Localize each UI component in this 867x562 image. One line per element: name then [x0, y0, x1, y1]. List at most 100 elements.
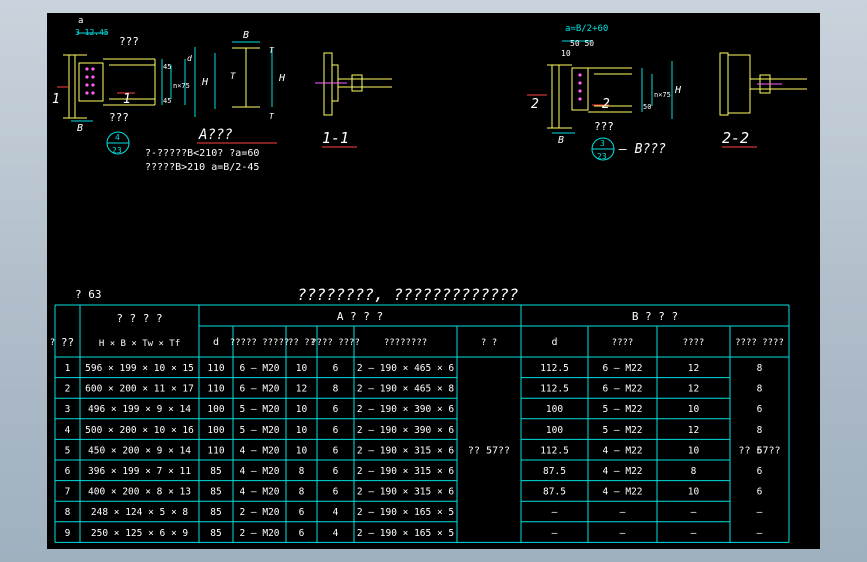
row-7-b4: 6 [757, 487, 763, 498]
row-1-bd: 112.5 [540, 363, 569, 374]
bolt-note-2: ??? [109, 111, 129, 124]
row-3-spec: 496 × 199 × 9 × 14 [88, 404, 191, 415]
row-8-a4: 4 [333, 507, 339, 518]
header-a-col-3: ???? ???? [311, 338, 360, 348]
tw-label: T [230, 72, 236, 82]
row-2-aplate: 2 — 190 × 465 × 8 [357, 384, 455, 395]
bolt-group-b [578, 73, 582, 101]
row-7-bbolt: 4 — M22 [602, 487, 642, 498]
table-title: ????????, ????????????? [297, 285, 519, 304]
row-3-a4: 6 [333, 404, 339, 415]
header-b-col-2: ???? [683, 338, 705, 348]
row-6-abolt: 4 — M20 [239, 466, 279, 477]
row-4-b4: 8 [757, 425, 763, 436]
row-8-aplate: 2 — 190 × 165 × 5 [357, 507, 454, 518]
row-9-ad: 85 [210, 528, 221, 539]
dim-50-50: 50 50 [570, 39, 594, 48]
row-3-bbolt: 5 — M22 [602, 404, 642, 415]
row-9-a3: 6 [299, 528, 305, 539]
row-3-no: 3 [65, 404, 71, 415]
row-3-ad: 100 [207, 404, 224, 415]
row-2-spec: 600 × 200 × 11 × 17 [85, 384, 194, 395]
header-b-col-0: d [551, 337, 557, 348]
callout-a-sheet: 23 [112, 146, 122, 155]
row-4-ad: 100 [207, 425, 224, 436]
row-8-b3: — [691, 507, 697, 518]
row-3-abolt: 5 — M20 [239, 404, 279, 415]
row-1-bbolt: 6 — M22 [602, 363, 642, 374]
row-9-spec: 250 × 125 × 6 × 9 [91, 528, 189, 539]
row-4-b3: 12 [688, 425, 699, 436]
row-2-b3: 12 [688, 384, 699, 395]
row-4-a3: 10 [296, 425, 308, 436]
header-group-a: A ? ? ? [337, 310, 383, 323]
row-4-aplate: 2 — 190 × 390 × 6 [357, 425, 455, 436]
cad-drawing-canvas: a 3 12.45 ??? ??? 1 1 B B H H T T T d n×… [47, 13, 820, 549]
header-spec-sub: H × B × Tw × Tf [99, 339, 180, 349]
row-5-aplate: 2 — 190 × 315 × 6 [357, 445, 455, 456]
dim-45-top: 45 [163, 63, 171, 71]
section-2-2-label: 2-2 [722, 129, 749, 147]
row-5-no: 5 [65, 445, 71, 456]
dim-45-bottom: 45 [163, 97, 171, 105]
callout-b-number: 3 [600, 139, 605, 148]
row-5-ad: 110 [207, 445, 224, 456]
row-8-abolt: 2 — M20 [239, 507, 279, 518]
row-6-a4: 6 [333, 466, 339, 477]
row-4-abolt: 5 — M20 [239, 425, 279, 436]
row-2-b4: 8 [757, 384, 763, 395]
row-6-b4: 6 [757, 466, 763, 477]
row-5-bbolt: 4 — M22 [602, 445, 642, 456]
bolt-note: ??? [119, 35, 139, 48]
tf-label-bottom: T [269, 112, 275, 121]
row-8-a3: 6 [299, 507, 305, 518]
row-7-a3: 8 [299, 487, 305, 498]
row-9-aplate: 2 — 190 × 165 × 5 [357, 528, 454, 539]
header-a-col-5: ? ? [481, 338, 497, 348]
row-6-a3: 8 [299, 466, 305, 477]
row-1-ad: 110 [207, 363, 224, 374]
row-7-aplate: 2 — 190 × 315 × 6 [357, 487, 455, 498]
type-b-label: — B??? [618, 142, 666, 157]
row-1-aplate: 2 — 190 × 465 × 6 [357, 363, 455, 374]
row-9-a4: 4 [333, 528, 339, 539]
d-label: d [187, 54, 192, 63]
section-no-left: 1 [52, 92, 60, 107]
row-9-b4: — [757, 528, 763, 539]
row-3-bd: 100 [546, 404, 563, 415]
detail-type-a [57, 32, 277, 155]
a-label: a [78, 16, 83, 26]
row-6-aplate: 2 — 190 × 315 × 6 [357, 466, 455, 477]
row-8-spec: 248 × 124 × 5 × 8 [91, 507, 189, 518]
row-2-bbolt: 6 — M22 [602, 384, 642, 395]
header-no: ?? [61, 336, 74, 349]
row-1-b3: 12 [688, 363, 699, 374]
row-1-a4: 6 [333, 363, 339, 374]
row-2-no: 2 [65, 384, 71, 395]
type-a-note-2: ?????B>210 a=B/2-45 [145, 162, 259, 173]
row-8-b4: — [757, 507, 763, 518]
n75-label: n×75 [173, 82, 190, 90]
row-2-bd: 112.5 [540, 384, 569, 395]
row-9-bd: — [552, 528, 558, 539]
row-6-spec: 396 × 199 × 7 × 11 [88, 466, 191, 477]
b-dim-label: B [77, 123, 83, 134]
row-5-a4: 6 [333, 445, 339, 456]
row-3-b3: 10 [688, 404, 700, 415]
section-h-label: H [278, 73, 286, 84]
drawing-svg: a 3 12.45 ??? ??? 1 1 B B H H T T T d n×… [47, 16, 807, 543]
b-width-label: B [558, 135, 564, 146]
row-5-spec: 450 × 200 × 9 × 14 [88, 445, 191, 456]
callout-a-number: 4 [115, 133, 120, 142]
section-1-1-label: 1-1 [322, 129, 349, 147]
row-8-no: 8 [65, 507, 71, 518]
b-dim-50: 50 [643, 103, 651, 111]
header-a-col-4: ???????? [384, 338, 427, 348]
row-6-no: 6 [65, 466, 71, 477]
row-6-ad: 85 [210, 466, 221, 477]
row-1-no: 1 [65, 363, 71, 374]
type-a-label: A??? [198, 127, 233, 143]
row-7-no: 7 [65, 487, 71, 498]
shear-plate [78, 62, 104, 102]
row-4-spec: 500 × 200 × 10 × 16 [85, 425, 194, 436]
